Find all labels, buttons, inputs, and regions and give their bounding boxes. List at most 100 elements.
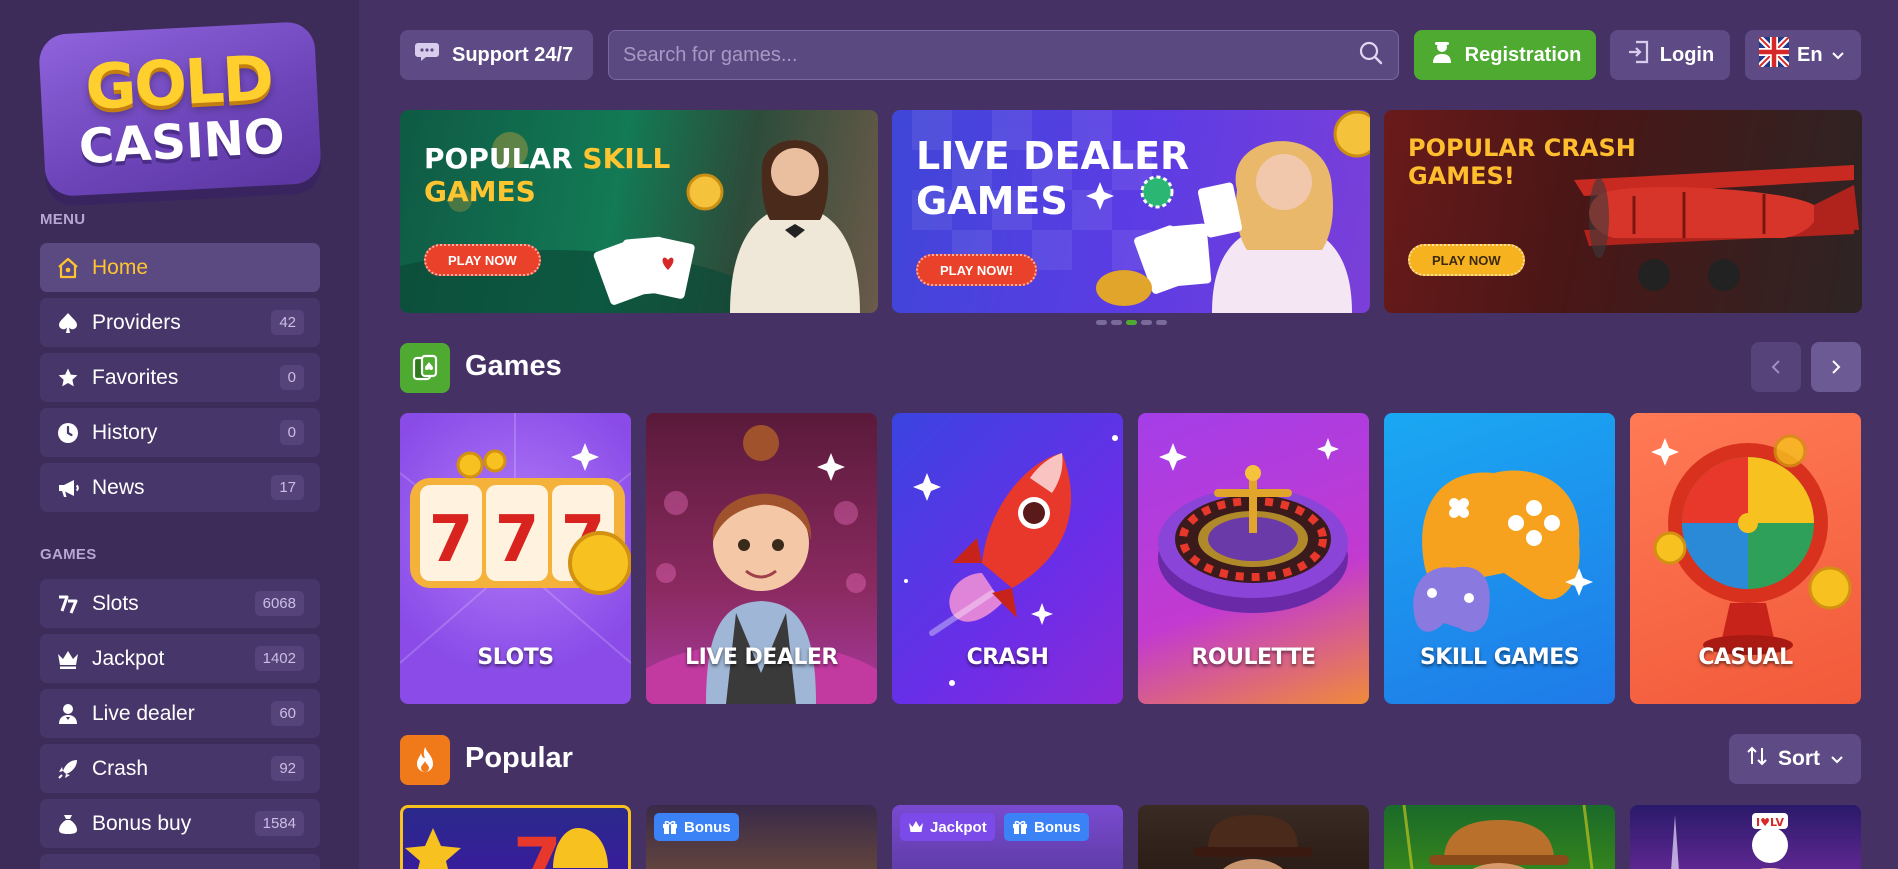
carousel-dot[interactable] <box>1141 320 1152 325</box>
prev-arrow-button[interactable] <box>1751 342 1801 392</box>
game-card[interactable] <box>1138 805 1369 869</box>
sidebar-item-label: News <box>92 475 145 499</box>
category-label: CASUAL <box>1698 645 1793 670</box>
play-now-button[interactable]: PLAY NOW! <box>916 254 1037 286</box>
sidebar-item-label: Home <box>92 255 149 279</box>
category-tile-roulette[interactable]: ROULETTE <box>1138 413 1369 704</box>
search-input[interactable] <box>623 43 1358 67</box>
sidebar-item-slots[interactable]: Slots 6068 <box>40 579 320 628</box>
chevron-left-icon <box>1771 360 1780 374</box>
search-bar[interactable] <box>608 30 1399 80</box>
sidebar-item-label: Providers <box>92 310 181 334</box>
game-card[interactable]: Bonus <box>646 805 877 869</box>
banner-title: POPULAR CRASH GAMES! <box>1408 134 1636 191</box>
category-tile-skill-games[interactable]: SKILL GAMES <box>1384 413 1615 704</box>
category-tile-slots[interactable]: 7 7 7 SLOTS <box>400 413 631 704</box>
banner-crash-games[interactable]: POPULAR CRASH GAMES! PLAY NOW <box>1384 110 1862 313</box>
home-icon <box>56 256 80 280</box>
spade-icon <box>56 311 80 335</box>
bonus-badge: Bonus <box>654 813 739 841</box>
next-arrow-button[interactable] <box>1811 342 1861 392</box>
count-badge: 0 <box>279 420 304 445</box>
chevron-down-icon <box>1830 747 1844 771</box>
category-tile-casual[interactable]: CASUAL <box>1630 413 1861 704</box>
menu-section-label: MENU <box>40 211 86 228</box>
category-label: LIVE DEALER <box>685 645 838 670</box>
sidebar-item-history[interactable]: History 0 <box>40 408 320 457</box>
banner-live-dealer[interactable]: LIVE DEALER GAMES PLAY NOW! <box>892 110 1370 313</box>
chevron-down-icon <box>1831 44 1845 67</box>
slots-icon <box>56 592 80 616</box>
logo-line-1: GOLD <box>83 41 274 124</box>
popular-section-title: Popular <box>465 742 573 774</box>
sort-label: Sort <box>1778 747 1820 770</box>
play-now-button[interactable]: PLAY NOW <box>1408 244 1525 276</box>
carousel-dot[interactable] <box>1111 320 1122 325</box>
fire-icon <box>417 747 433 772</box>
chevron-right-icon <box>1832 360 1841 374</box>
count-badge: 0 <box>279 365 304 390</box>
popular-section-icon <box>400 735 450 785</box>
svg-text:7: 7 <box>429 503 474 577</box>
count-badge: 6068 <box>254 591 304 616</box>
support-button[interactable]: Support 24/7 <box>400 30 593 80</box>
registration-button[interactable]: Registration <box>1414 30 1596 80</box>
rocket-icon <box>56 757 80 781</box>
carousel-dot[interactable] <box>1156 320 1167 325</box>
carousel-dot[interactable] <box>1096 320 1107 325</box>
count-badge: 42 <box>271 310 304 335</box>
sidebar-item-jackpot[interactable]: Jackpot 1402 <box>40 634 320 683</box>
crown-icon <box>909 821 923 832</box>
support-label: Support 24/7 <box>452 43 574 66</box>
game-card[interactable] <box>1384 805 1615 869</box>
category-tile-crash[interactable]: CRASH <box>892 413 1123 704</box>
dealer-icon <box>56 702 80 726</box>
sidebar-item-live-dealer[interactable]: Live dealer 60 <box>40 689 320 738</box>
user-add-icon <box>1429 39 1455 71</box>
sidebar: GOLD CASINO MENU Home Providers 42 Favor… <box>0 0 359 869</box>
sidebar-item-bonus-buy[interactable]: Bonus buy 1584 <box>40 799 320 848</box>
carousel-dot-active[interactable] <box>1126 320 1137 325</box>
bonus-badge: Bonus <box>1004 813 1089 841</box>
game-card[interactable]: I♥LV <box>1630 805 1861 869</box>
sidebar-item-label: Crash <box>92 756 149 780</box>
gift-icon <box>1013 820 1027 834</box>
count-badge: 1584 <box>254 811 304 836</box>
login-button[interactable]: Login <box>1610 30 1730 80</box>
crown-icon <box>56 647 80 671</box>
play-now-button[interactable]: PLAY NOW <box>424 244 541 276</box>
language-label: En <box>1797 43 1823 66</box>
game-card[interactable]: Jackpot Bonus <box>892 805 1123 869</box>
sidebar-item-crash[interactable]: Crash 92 <box>40 744 320 793</box>
language-selector[interactable]: En <box>1745 30 1861 80</box>
las-vegas-thumbnail: I♥LV <box>1671 813 1788 869</box>
gold-casino-logo[interactable]: GOLD CASINO <box>37 20 323 198</box>
sidebar-item-home[interactable]: Home <box>40 243 320 292</box>
sidebar-item-news[interactable]: News 17 <box>40 463 320 512</box>
registration-label: Registration <box>1464 43 1582 66</box>
sidebar-item-next[interactable] <box>40 854 320 869</box>
sidebar-item-providers[interactable]: Providers 42 <box>40 298 320 347</box>
count-badge: 1402 <box>254 646 304 671</box>
count-badge: 60 <box>271 701 304 726</box>
dealer-cards-illustration <box>400 132 860 313</box>
category-label: SLOTS <box>477 645 554 670</box>
games-section-title: Games <box>465 350 562 382</box>
sidebar-item-label: Favorites <box>92 365 179 389</box>
sidebar-item-favorites[interactable]: Favorites 0 <box>40 353 320 402</box>
star-icon <box>56 366 80 390</box>
clock-icon <box>56 421 80 445</box>
banner-skill-games[interactable]: POPULAR SKILL GAMES PLAY NOW <box>400 110 878 313</box>
sort-arrows-icon <box>1746 746 1768 772</box>
category-label: CRASH <box>966 645 1049 670</box>
category-tile-live-dealer[interactable]: LIVE DEALER <box>646 413 877 704</box>
sort-button[interactable]: Sort <box>1729 734 1861 784</box>
explorer-thumbnail <box>1402 805 1594 869</box>
search-icon[interactable] <box>1358 40 1384 71</box>
uk-flag-icon <box>1756 34 1792 73</box>
jackpot-badge: Jackpot <box>900 813 995 841</box>
count-badge: 17 <box>271 475 304 500</box>
game-card[interactable]: 7 <box>400 805 631 869</box>
banner-title: LIVE DEALER GAMES <box>916 134 1190 223</box>
carousel-indicator <box>1096 320 1167 325</box>
